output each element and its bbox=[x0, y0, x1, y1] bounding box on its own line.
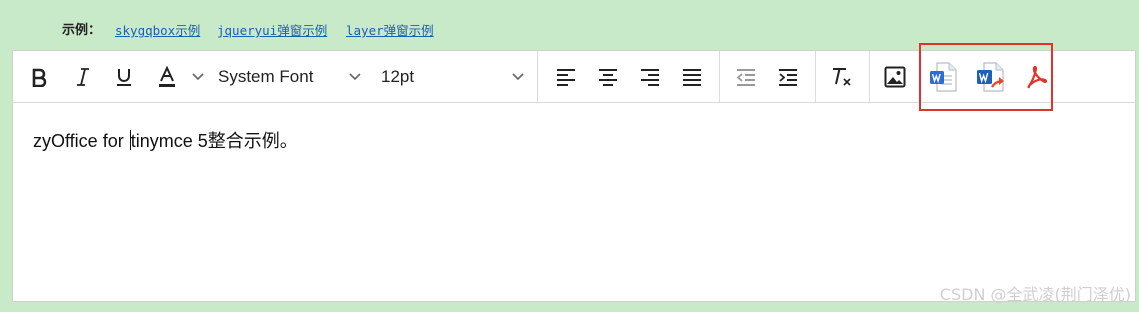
toolbar-divider bbox=[815, 51, 816, 102]
font-size-value: 12pt bbox=[381, 67, 415, 86]
italic-icon bbox=[77, 68, 89, 86]
link-layer[interactable]: layer弹窗示例 bbox=[346, 20, 434, 39]
link-skygqbox[interactable]: skygqbox示例 bbox=[115, 20, 200, 39]
font-family-chevron-down-icon[interactable] bbox=[348, 70, 362, 84]
text-color-dropdown-icon[interactable] bbox=[191, 70, 205, 84]
bold-button[interactable] bbox=[23, 51, 55, 103]
outdent-icon bbox=[736, 69, 755, 86]
toolbar-divider bbox=[719, 51, 720, 102]
font-family-select[interactable]: System Font bbox=[218, 51, 368, 103]
clear-formatting-button[interactable] bbox=[825, 51, 857, 103]
align-center-icon bbox=[599, 69, 617, 86]
editor-content[interactable]: zyOffice for tinymce 5整合示例。 bbox=[33, 127, 298, 153]
watermark: CSDN @全武凌(荆门泽优) bbox=[939, 285, 1131, 304]
text-color-button[interactable] bbox=[152, 51, 182, 103]
bold-icon bbox=[32, 68, 47, 87]
text-color-icon bbox=[159, 66, 175, 87]
font-size-chevron-down-icon[interactable] bbox=[511, 70, 525, 84]
content-text-after-caret: tinymce 5整合示例。 bbox=[130, 131, 298, 151]
highlight-box bbox=[919, 43, 1053, 111]
examples-label: 示例： bbox=[62, 23, 102, 38]
align-left-icon bbox=[557, 69, 575, 86]
font-family-value: System Font bbox=[218, 67, 314, 86]
insert-image-button[interactable] bbox=[879, 51, 911, 103]
align-right-button[interactable] bbox=[634, 51, 666, 103]
indent-button[interactable] bbox=[772, 51, 804, 103]
underline-button[interactable] bbox=[108, 51, 140, 103]
content-text-before-caret: zyOffice for bbox=[33, 131, 129, 151]
indent-icon bbox=[779, 69, 797, 86]
outdent-button[interactable] bbox=[730, 51, 762, 103]
align-right-icon bbox=[641, 69, 659, 86]
link-jqueryui[interactable]: jqueryui弹窗示例 bbox=[217, 20, 327, 39]
align-center-button[interactable] bbox=[592, 51, 624, 103]
italic-button[interactable] bbox=[67, 51, 99, 103]
image-icon bbox=[884, 66, 906, 88]
align-justify-button[interactable] bbox=[676, 51, 708, 103]
toolbar-divider bbox=[537, 51, 538, 102]
clear-formatting-icon bbox=[833, 68, 851, 86]
align-left-button[interactable] bbox=[550, 51, 582, 103]
toolbar-divider bbox=[869, 51, 870, 102]
align-justify-icon bbox=[683, 69, 701, 86]
underline-icon bbox=[117, 69, 131, 86]
font-size-select[interactable]: 12pt bbox=[381, 51, 526, 103]
